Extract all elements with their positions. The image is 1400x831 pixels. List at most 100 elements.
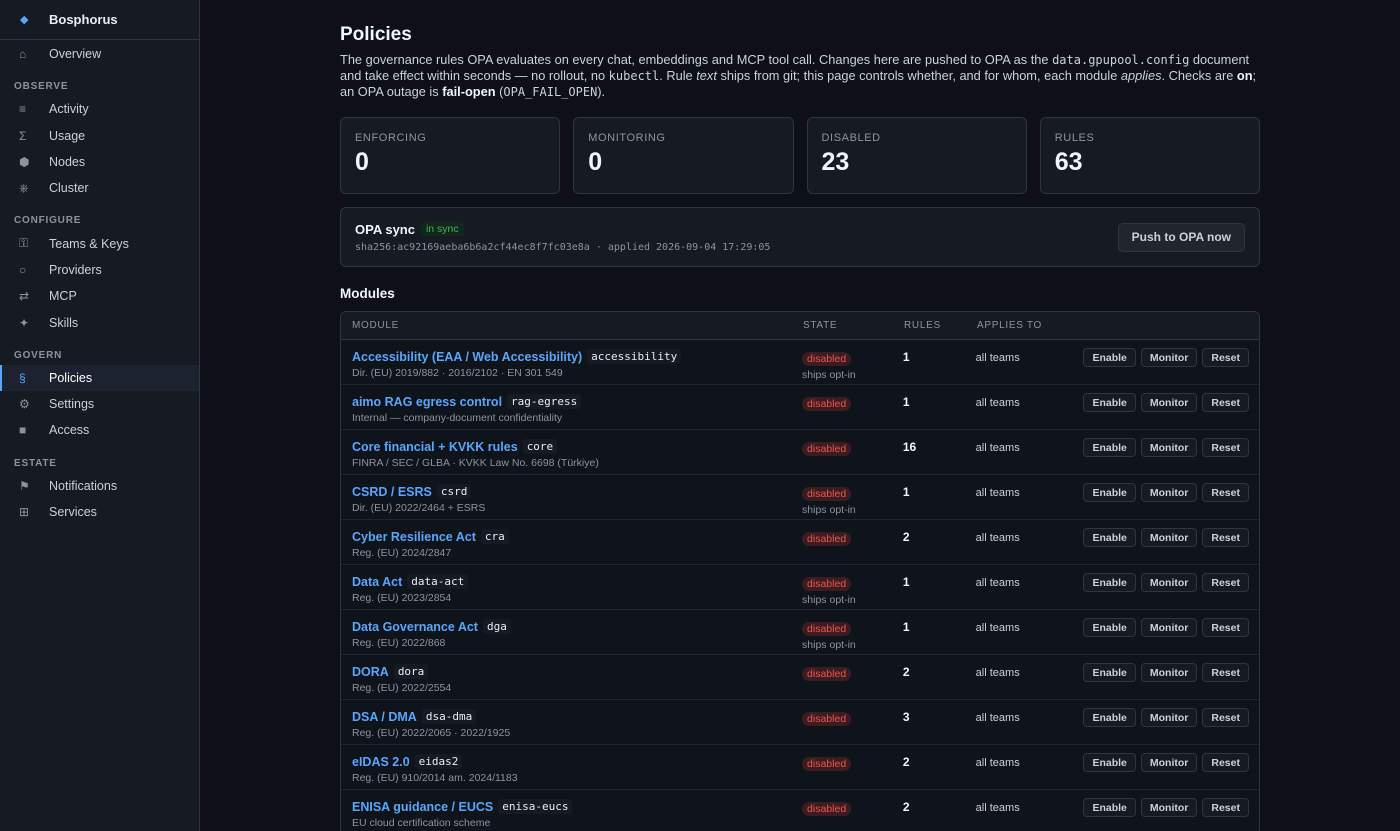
opa-sync-title: OPA sync: [355, 221, 415, 237]
reset-button[interactable]: Reset: [1202, 618, 1249, 637]
enable-button[interactable]: Enable: [1083, 393, 1136, 412]
monitor-button[interactable]: Monitor: [1140, 438, 1198, 457]
enable-button[interactable]: Enable: [1083, 663, 1136, 682]
reset-button[interactable]: Reset: [1202, 483, 1249, 502]
opt-in-note: ships opt-in: [802, 369, 856, 381]
reset-button[interactable]: Reset: [1202, 573, 1249, 592]
monitor-button[interactable]: Monitor: [1140, 348, 1198, 367]
enable-button[interactable]: Enable: [1083, 438, 1136, 457]
rules-count: 2: [902, 755, 910, 769]
enable-button[interactable]: Enable: [1083, 483, 1136, 502]
module-subtitle: Dir. (EU) 2019/882 · 2016/2102 · EN 301 …: [352, 367, 563, 379]
module-name-link[interactable]: Cyber Resilience Act: [352, 530, 476, 544]
module-key: data-act: [407, 574, 469, 589]
sidebar-item-notifications[interactable]: ⚑ Notifications: [0, 473, 199, 499]
sidebar-item-teams-keys[interactable]: ⚿ Teams & Keys: [0, 230, 199, 256]
reset-button[interactable]: Reset: [1202, 393, 1249, 412]
monitor-button[interactable]: Monitor: [1140, 753, 1198, 772]
sidebar-item-label: Policies: [49, 370, 93, 385]
module-name-link[interactable]: Accessibility (EAA / Web Accessibility): [352, 350, 582, 364]
sidebar-item-activity[interactable]: ≡ Activity: [0, 96, 199, 122]
brand[interactable]: ◆ Bosphorus: [0, 0, 199, 40]
module-name-link[interactable]: eIDAS 2.0: [352, 755, 410, 769]
stat-label: RULES: [1054, 132, 1095, 144]
stat-value: 63: [1054, 148, 1083, 176]
sidebar-item-label: Services: [49, 505, 97, 519]
teams-keys-icon: ⚿: [19, 236, 29, 251]
state-badge: disabled: [802, 667, 852, 681]
state-badge: disabled: [802, 712, 852, 726]
table-row: Accessibility (EAA / Web Accessibility) …: [341, 340, 1259, 385]
enable-button[interactable]: Enable: [1083, 348, 1136, 367]
sidebar-item-cluster[interactable]: ⎈ Cluster: [0, 175, 199, 201]
reset-button[interactable]: Reset: [1202, 753, 1249, 772]
sidebar-item-nodes[interactable]: ⬢ Nodes: [0, 149, 199, 175]
module-name-link[interactable]: Core financial + KVKK rules: [352, 440, 518, 454]
enable-button[interactable]: Enable: [1083, 798, 1136, 817]
module-name-link[interactable]: DSA / DMA: [352, 710, 417, 724]
enable-button[interactable]: Enable: [1083, 708, 1136, 727]
module-name-link[interactable]: CSRD / ESRS: [352, 485, 432, 499]
module-name-link[interactable]: Data Act: [352, 575, 402, 589]
module-key: rag-egress: [507, 394, 582, 409]
applies-to: all teams: [975, 802, 1020, 814]
sidebar-item-usage[interactable]: Σ Usage: [0, 123, 199, 149]
sidebar-item-label: Cluster: [49, 181, 89, 196]
rules-count: 3: [902, 710, 910, 724]
module-key: accessibility: [587, 349, 682, 364]
module-subtitle: FINRA / SEC / GLBA · KVKK Law No. 6698 (…: [352, 457, 599, 469]
sidebar-section-label: OBSERVE: [14, 81, 69, 93]
monitor-button[interactable]: Monitor: [1140, 618, 1198, 637]
module-name-link[interactable]: Data Governance Act: [352, 620, 478, 634]
monitor-button[interactable]: Monitor: [1140, 483, 1198, 502]
monitor-button[interactable]: Monitor: [1140, 528, 1198, 547]
table-row: eIDAS 2.0 eidas2 Reg. (EU) 910/2014 am. …: [341, 745, 1259, 790]
module-key: dora: [393, 664, 429, 679]
stats-row: ENFORCING 0 MONITORING 0 DISABLED 23 RULES 63: [340, 117, 1260, 194]
sidebar-item-mcp[interactable]: ⇄ MCP: [0, 283, 199, 309]
enable-button[interactable]: Enable: [1083, 753, 1136, 772]
enable-button[interactable]: Enable: [1083, 618, 1136, 637]
sidebar-item-skills[interactable]: ✦ Skills: [0, 309, 199, 335]
sidebar-item-policies[interactable]: § Policies: [0, 364, 199, 392]
table-row: Core financial + KVKK rules core FINRA /…: [341, 430, 1259, 475]
access-icon: ■: [19, 423, 27, 438]
monitor-button[interactable]: Monitor: [1140, 393, 1198, 412]
monitor-button[interactable]: Monitor: [1140, 663, 1198, 682]
monitor-button[interactable]: Monitor: [1140, 798, 1198, 817]
enable-button[interactable]: Enable: [1083, 573, 1136, 592]
module-subtitle: Reg. (EU) 2024/2847: [352, 547, 452, 559]
cluster-icon: ⎈: [19, 180, 29, 195]
reset-button[interactable]: Reset: [1202, 528, 1249, 547]
monitor-button[interactable]: Monitor: [1140, 573, 1198, 592]
sidebar-item-settings[interactable]: ⚙ Settings: [0, 391, 199, 417]
nodes-icon: ⬢: [19, 155, 30, 170]
sidebar-item-providers[interactable]: ○ Providers: [0, 257, 199, 283]
module-name-link[interactable]: DORA: [352, 665, 389, 679]
skills-icon: ✦: [19, 315, 30, 330]
enable-button[interactable]: Enable: [1083, 528, 1136, 547]
stat-card-monitoring: MONITORING 0: [573, 117, 794, 194]
table-row: CSRD / ESRS csrd Dir. (EU) 2022/2464 + E…: [341, 475, 1259, 520]
brand-name: Bosphorus: [49, 12, 118, 27]
reset-button[interactable]: Reset: [1202, 708, 1249, 727]
reset-button[interactable]: Reset: [1202, 348, 1249, 367]
state-badge: disabled: [802, 532, 852, 546]
module-name-link[interactable]: ENISA guidance / EUCS: [352, 800, 493, 814]
stat-card-disabled: DISABLED 23: [806, 117, 1027, 194]
sidebar-item-services[interactable]: ⊞ Services: [0, 499, 199, 525]
monitor-button[interactable]: Monitor: [1140, 708, 1198, 727]
reset-button[interactable]: Reset: [1202, 798, 1249, 817]
sync-hash: sha256:ac92169aeba6b6a2cf44ec8f7fc03e8a …: [355, 241, 771, 253]
reset-button[interactable]: Reset: [1202, 438, 1249, 457]
rules-count: 1: [902, 485, 910, 499]
module-name-link[interactable]: aimo RAG egress control: [352, 395, 502, 409]
col-module: MODULE: [352, 320, 399, 331]
module-key: enisa-eucs: [498, 799, 573, 814]
sidebar-item-access[interactable]: ■ Access: [0, 417, 199, 443]
push-to-opa-button[interactable]: Push to OPA now: [1117, 222, 1245, 252]
sidebar-item-overview[interactable]: ⌂ Overview: [0, 41, 199, 67]
stat-value: 0: [588, 148, 603, 176]
reset-button[interactable]: Reset: [1202, 663, 1249, 682]
sidebar-item-label: Activity: [49, 102, 89, 117]
